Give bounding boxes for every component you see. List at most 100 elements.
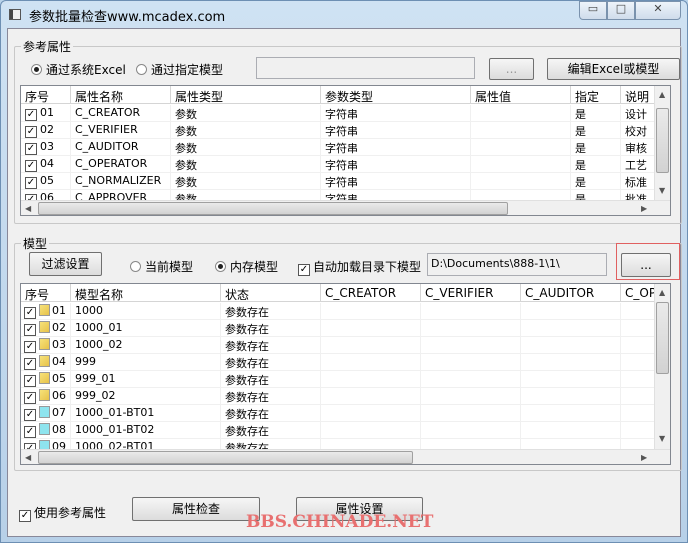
watermark: BBS.CHINADE.NET xyxy=(246,512,434,532)
model-path-input[interactable]: D:\Documents\888-1\1\ xyxy=(427,253,607,276)
row-checkbox[interactable]: ✓ xyxy=(24,426,36,438)
minimize-button[interactable]: ▭ xyxy=(579,1,607,20)
ref-path-input[interactable] xyxy=(256,57,475,79)
table-row[interactable]: ✓ 03 1000_02 参数存在 xyxy=(21,337,670,354)
column-header[interactable]: C_VERIFIER xyxy=(421,284,521,302)
row-checkbox[interactable]: ✓ xyxy=(24,392,36,404)
edit-excel-button[interactable]: 编辑Excel或模型 xyxy=(547,58,680,80)
table-row[interactable]: ✓ 04 C_OPERATOR 参数 字符串 是 工艺 xyxy=(21,156,670,173)
radio-current-model[interactable]: 当前模型 xyxy=(130,258,193,275)
row-checkbox[interactable]: ✓ xyxy=(24,341,36,353)
row-number-cell: ✓ 01 xyxy=(21,105,71,122)
table-row[interactable]: ✓ 01 C_CREATOR 参数 字符串 是 设计 xyxy=(21,105,670,122)
scroll-thumb[interactable] xyxy=(38,451,413,464)
column-header[interactable]: 模型名称 xyxy=(71,284,221,302)
cell-text: 字符串 xyxy=(325,108,358,121)
model-status: 参数存在 xyxy=(225,323,269,336)
model-table: 序号 模型名称 状态 C_CREATOR C_VERIFIER C_AUDITOR C_OP… xyxy=(20,283,671,465)
row-checkbox[interactable]: ✓ xyxy=(24,358,36,370)
row-checkbox[interactable]: ✓ xyxy=(25,109,37,121)
table-cell: C_VERIFIER xyxy=(71,122,171,139)
table-cell: C_AUDITOR xyxy=(71,139,171,156)
cell-text: 参数 xyxy=(175,176,197,189)
row-checkbox[interactable]: ✓ xyxy=(24,324,36,336)
filter-settings-button[interactable]: 过滤设置 xyxy=(29,252,102,276)
row-checkbox[interactable]: ✓ xyxy=(24,409,36,421)
table-row[interactable]: ✓ 06 999_02 参数存在 xyxy=(21,388,670,405)
table-cell: 是 xyxy=(571,139,621,156)
radio-excel-label: 通过系统Excel xyxy=(46,63,126,77)
model-name: 1000_01-BT01 xyxy=(75,406,155,419)
table-cell: C_NORMALIZER xyxy=(71,173,171,190)
radio-model[interactable]: 通过指定模型 xyxy=(136,61,223,78)
table-cell xyxy=(321,303,421,320)
table-cell xyxy=(421,422,521,439)
row-checkbox[interactable]: ✓ xyxy=(25,177,37,189)
column-header[interactable]: 状态 xyxy=(221,284,321,302)
table-row[interactable]: ✓ 03 C_AUDITOR 参数 字符串 是 审核 xyxy=(21,139,670,156)
table-row[interactable]: ✓ 05 999_01 参数存在 xyxy=(21,371,670,388)
table-cell: 1000 xyxy=(71,303,221,320)
attribute-check-button[interactable]: 属性检查 xyxy=(132,497,260,521)
radio-excel[interactable]: 通过系统Excel xyxy=(31,61,126,78)
column-header[interactable]: 参数类型 xyxy=(321,86,471,104)
column-header[interactable]: 序号 xyxy=(21,86,71,104)
model-browse-button[interactable]: ... xyxy=(621,253,671,277)
table-row[interactable]: ✓ 04 999 参数存在 xyxy=(21,354,670,371)
table-cell: 是 xyxy=(571,122,621,139)
model-status: 参数存在 xyxy=(225,306,269,319)
column-header[interactable]: C_AUDITOR xyxy=(521,284,621,302)
use-ref-checkbox[interactable]: ✓ 使用参考属性 xyxy=(19,504,106,522)
table-cell: 999_01 xyxy=(71,371,221,388)
radio-selected-icon xyxy=(31,64,42,75)
column-header[interactable]: 属性名称 xyxy=(71,86,171,104)
table-row[interactable]: ✓ 02 C_VERIFIER 参数 字符串 是 校对 xyxy=(21,122,670,139)
row-checkbox[interactable]: ✓ xyxy=(25,126,37,138)
cell-text: 设计 xyxy=(625,108,647,121)
close-button[interactable]: ✕ xyxy=(635,1,681,20)
column-header[interactable]: 属性值 xyxy=(471,86,571,104)
model-name: 1000_02 xyxy=(75,338,123,351)
scroll-thumb[interactable] xyxy=(656,302,669,374)
cell-text: 参数 xyxy=(175,142,197,155)
radio-selected-icon xyxy=(215,261,226,272)
radio-memory-model[interactable]: 内存模型 xyxy=(215,258,278,275)
cell-text: 标准 xyxy=(625,176,647,189)
assembly-icon xyxy=(39,338,50,350)
row-checkbox[interactable]: ✓ xyxy=(25,160,37,172)
table-cell: 字符串 xyxy=(321,156,471,173)
table-row[interactable]: ✓ 05 C_NORMALIZER 参数 字符串 是 标准 xyxy=(21,173,670,190)
cell-text: 参数 xyxy=(175,125,197,138)
column-header[interactable]: 属性类型 xyxy=(171,86,321,104)
column-header[interactable]: C_CREATOR xyxy=(321,284,421,302)
row-checkbox[interactable]: ✓ xyxy=(24,307,36,319)
ref-browse-button[interactable]: ... xyxy=(489,58,534,80)
model-horizontal-scrollbar[interactable]: ◀ ▶ xyxy=(21,449,670,464)
cell-text: 字符串 xyxy=(325,142,358,155)
auto-load-label: 自动加载目录下模型 xyxy=(313,260,422,274)
row-checkbox[interactable]: ✓ xyxy=(25,143,37,155)
scroll-thumb[interactable] xyxy=(656,108,669,173)
table-row[interactable]: ✓ 08 1000_01-BT02 参数存在 xyxy=(21,422,670,439)
model-vertical-scrollbar[interactable]: ▲ ▼ xyxy=(654,284,670,450)
column-header[interactable]: 序号 xyxy=(21,284,71,302)
auto-load-checkbox[interactable]: ✓ 自动加载目录下模型 xyxy=(298,258,421,276)
table-cell: 参数 xyxy=(171,173,321,190)
table-cell xyxy=(421,354,521,371)
ref-horizontal-scrollbar[interactable]: ◀ ▶ xyxy=(21,200,670,215)
table-cell: 字符串 xyxy=(321,105,471,122)
table-row[interactable]: ✓ 01 1000 参数存在 xyxy=(21,303,670,320)
table-cell xyxy=(471,139,571,156)
row-number: 05 xyxy=(52,372,66,385)
column-header[interactable]: 指定 xyxy=(571,86,621,104)
scroll-thumb[interactable] xyxy=(38,202,508,215)
row-checkbox[interactable]: ✓ xyxy=(24,375,36,387)
ref-vertical-scrollbar[interactable]: ▲ ▼ xyxy=(654,86,670,201)
maximize-button[interactable]: □ xyxy=(607,1,635,20)
radio-model-label: 通过指定模型 xyxy=(151,63,224,77)
cell-text: C_NORMALIZER xyxy=(75,174,162,187)
table-row[interactable]: ✓ 07 1000_01-BT01 参数存在 xyxy=(21,405,670,422)
table-cell: 参数存在 xyxy=(221,371,321,388)
table-row[interactable]: ✓ 02 1000_01 参数存在 xyxy=(21,320,670,337)
table-cell: ✓ 07 xyxy=(21,405,71,422)
